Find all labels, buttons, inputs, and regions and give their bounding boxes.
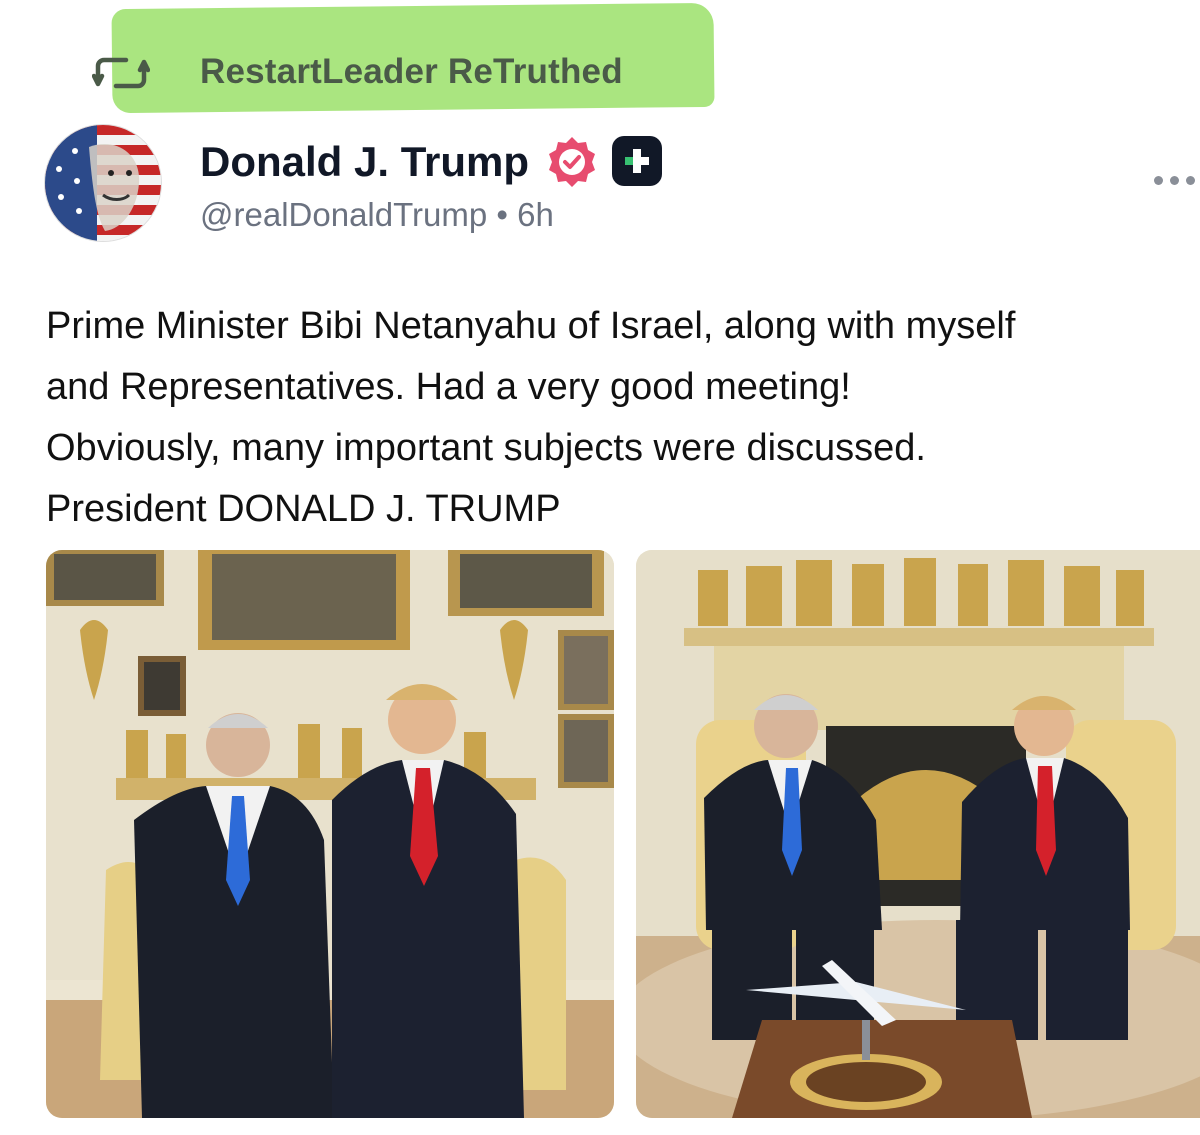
meta-separator: • xyxy=(496,196,508,233)
plus-badge-icon xyxy=(612,136,662,186)
retruth-header: RestartLeader ReTruthed xyxy=(0,0,1200,115)
more-options-icon[interactable] xyxy=(1150,166,1200,196)
post-line: and Representatives. Had a very good mee… xyxy=(46,366,851,408)
avatar[interactable] xyxy=(44,124,162,242)
author-meta: @realDonaldTrump • 6h xyxy=(200,196,554,234)
post-line: President DONALD J. TRUMP xyxy=(46,488,561,530)
post-body: Prime Minister Bibi Netanyahu of Israel,… xyxy=(46,296,1200,540)
verified-badge-icon xyxy=(549,137,595,187)
post-time[interactable]: 6h xyxy=(517,196,554,233)
retruth-label[interactable]: RestartLeader ReTruthed xyxy=(200,52,623,92)
post-image-1[interactable] xyxy=(46,550,614,1118)
author-name[interactable]: Donald J. Trump xyxy=(200,138,529,186)
post-line: Obviously, many important subjects were … xyxy=(46,427,926,469)
retruth-icon xyxy=(92,57,150,89)
post-line: Prime Minister Bibi Netanyahu of Israel,… xyxy=(46,305,1016,347)
post-image-2[interactable] xyxy=(636,550,1200,1118)
author-handle[interactable]: @realDonaldTrump xyxy=(200,196,487,233)
